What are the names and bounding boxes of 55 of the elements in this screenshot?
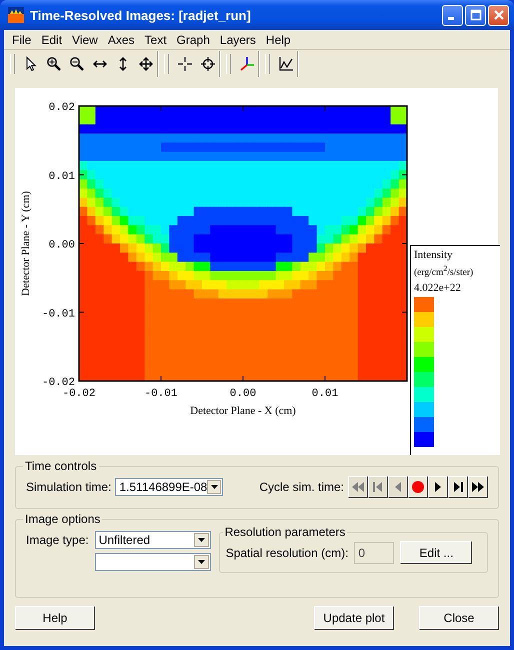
dialog-button[interactable]: Close <box>419 606 499 630</box>
maximize-button[interactable] <box>465 4 486 26</box>
y-axis-label: Detector Plane - Y (cm) <box>20 191 32 296</box>
playback-button[interactable] <box>468 476 488 498</box>
minimize-button[interactable] <box>442 4 463 26</box>
playback-button[interactable] <box>408 476 428 498</box>
rewind-icon <box>351 481 365 493</box>
legend-units: (erg/cm$^{2}$/s/ster) <box>414 264 474 278</box>
app-icon <box>8 7 24 23</box>
close-button[interactable] <box>488 4 509 26</box>
group-title: Resolution parameters <box>224 525 346 539</box>
x-tick-label: 0.00 <box>230 388 256 400</box>
group-title: Image options <box>24 512 102 526</box>
minimize-icon <box>448 17 454 20</box>
y-tick-label: 0.01 <box>48 170 75 183</box>
menu-item[interactable]: View <box>67 32 103 46</box>
close-icon <box>492 9 504 21</box>
field-label: Image type: <box>26 533 89 547</box>
stop-icon <box>411 481 425 493</box>
caret-icon <box>198 538 205 542</box>
playback-button[interactable] <box>448 476 468 498</box>
image-type-dropdown[interactable]: Unfiltered <box>94 531 211 549</box>
dropdown[interactable] <box>94 553 211 571</box>
y-tick-label: -0.01 <box>42 308 75 320</box>
menu-item[interactable]: Axes <box>102 32 140 46</box>
simulation-time-dropdown[interactable]: 1.51146899E-08 <box>115 478 224 496</box>
x-tick-label: -0.02 <box>62 388 96 400</box>
skip-to-start-icon <box>371 481 385 493</box>
menu-item[interactable]: File <box>7 32 36 46</box>
field-label: Cycle sim. time: <box>259 480 344 494</box>
menu-item[interactable]: Text <box>140 32 172 46</box>
menu-item[interactable]: Graph <box>172 32 215 46</box>
window-title: Time-Resolved Images: [radjet_run] <box>30 8 252 22</box>
legend-title: Intensity <box>414 249 452 261</box>
dialog-button[interactable]: Help <box>15 606 95 630</box>
fast-forward-icon <box>471 481 485 493</box>
group-title: Time controls <box>24 459 98 473</box>
maximize-icon <box>470 9 482 21</box>
field-label: Simulation time: <box>26 480 112 494</box>
field-label: Spatial resolution (cm): <box>226 546 348 560</box>
playback-button[interactable] <box>428 476 448 498</box>
menu-item[interactable]: Layers <box>214 32 261 46</box>
legend-max-value: 4.022e+22 <box>414 282 461 294</box>
x-tick-label: 0.01 <box>312 388 338 400</box>
menu-item[interactable]: Edit <box>36 32 68 46</box>
caret-icon <box>210 485 218 489</box>
x-axis-label: Detector Plane - X (cm) <box>190 405 296 417</box>
y-tick-label: 0.00 <box>48 240 75 252</box>
x-tick-label: -0.01 <box>144 388 178 400</box>
y-tick-label: 0.02 <box>48 102 75 114</box>
y-tick-label: -0.02 <box>42 377 75 389</box>
dialog-button[interactable]: Update plot <box>314 606 394 630</box>
caret-icon <box>198 560 205 564</box>
menu-item[interactable]: Help <box>260 32 296 46</box>
skip-to-end-icon <box>451 481 465 493</box>
